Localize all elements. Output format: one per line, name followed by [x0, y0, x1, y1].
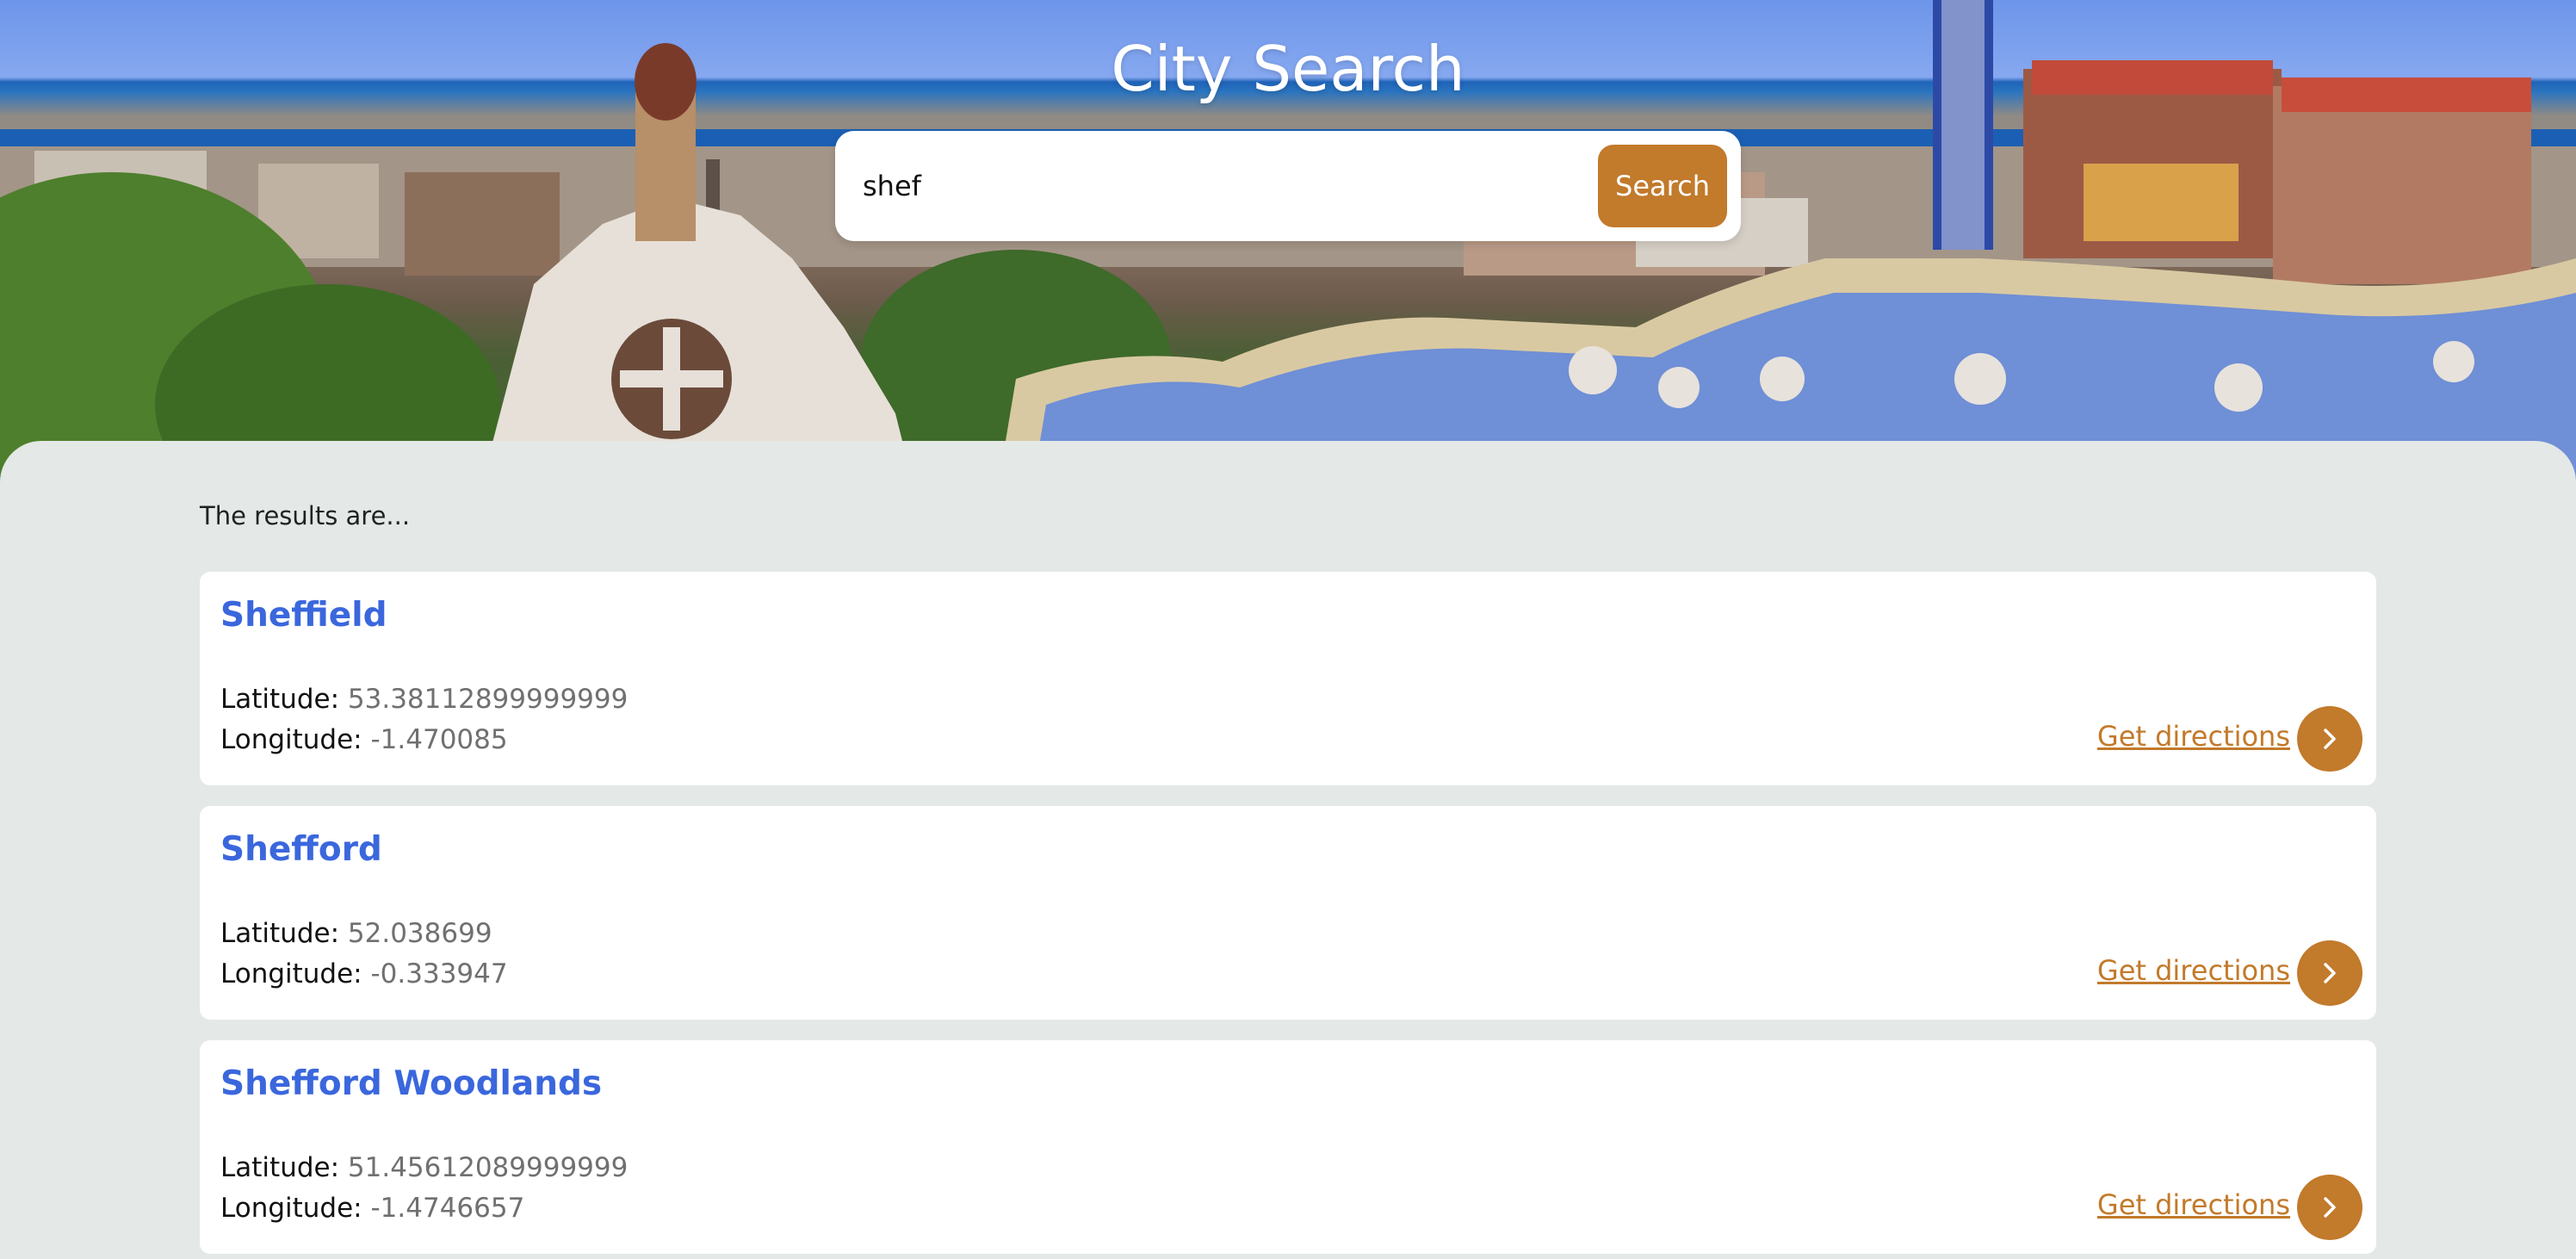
latitude-row: Latitude: 51.45612089999999 [220, 1152, 628, 1183]
latitude-label: Latitude: [220, 1152, 340, 1183]
chevron-right-icon [2324, 729, 2336, 749]
longitude-label: Longitude: [220, 958, 362, 989]
chevron-right-icon [2324, 1197, 2336, 1218]
directions-arrow-button[interactable] [2297, 1175, 2362, 1240]
results-panel: The results are... Sheffield Latitude: 5… [0, 441, 2576, 1259]
city-name: Shefford [220, 830, 382, 869]
hero-banner: City Search Search [0, 0, 2576, 482]
directions-arrow-button[interactable] [2297, 706, 2362, 772]
longitude-label: Longitude: [220, 724, 362, 755]
search-button[interactable]: Search [1598, 145, 1727, 227]
longitude-label: Longitude: [220, 1193, 362, 1224]
latitude-label: Latitude: [220, 684, 340, 715]
latitude-value: 53.38112899999999 [347, 684, 629, 715]
results-intro: The results are... [200, 501, 411, 530]
get-directions-link[interactable]: Get directions [2097, 720, 2290, 753]
city-name: Sheffield [220, 596, 387, 635]
latitude-label: Latitude: [220, 918, 340, 949]
city-name: Shefford Woodlands [220, 1064, 603, 1103]
page-title: City Search [1111, 33, 1465, 105]
longitude-value: -1.470085 [370, 724, 508, 755]
get-directions-link[interactable]: Get directions [2097, 954, 2290, 987]
longitude-row: Longitude: -0.333947 [220, 958, 508, 989]
longitude-value: -0.333947 [370, 958, 508, 989]
latitude-value: 52.038699 [347, 918, 492, 949]
longitude-row: Longitude: -1.4746657 [220, 1193, 524, 1224]
latitude-row: Latitude: 53.38112899999999 [220, 684, 628, 715]
longitude-value: -1.4746657 [370, 1193, 525, 1224]
get-directions-link[interactable]: Get directions [2097, 1188, 2290, 1221]
directions-arrow-button[interactable] [2297, 940, 2362, 1006]
latitude-value: 51.45612089999999 [347, 1152, 629, 1183]
result-card: Shefford Latitude: 52.038699 Longitude: … [200, 806, 2376, 1020]
latitude-row: Latitude: 52.038699 [220, 918, 492, 949]
chevron-right-icon [2324, 963, 2336, 983]
longitude-row: Longitude: -1.470085 [220, 724, 508, 755]
result-card: Sheffield Latitude: 53.38112899999999 Lo… [200, 572, 2376, 785]
result-card: Shefford Woodlands Latitude: 51.45612089… [200, 1040, 2376, 1254]
search-bar: Search [835, 131, 1741, 241]
search-input[interactable] [863, 155, 1551, 217]
